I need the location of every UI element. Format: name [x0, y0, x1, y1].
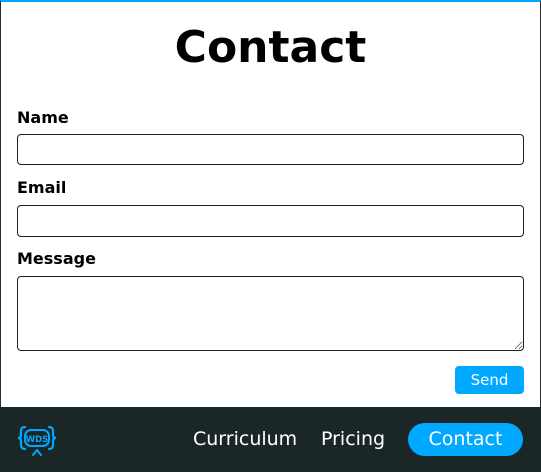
nav-link-pricing[interactable]: Pricing: [321, 427, 385, 451]
name-field[interactable]: [17, 134, 524, 165]
footer-nav-bar: WDS Curriculum Pricing Contact: [0, 407, 541, 472]
logo-text: WDS: [26, 435, 49, 445]
email-label: Email: [17, 178, 67, 197]
nav-link-curriculum[interactable]: Curriculum: [193, 427, 297, 451]
message-label: Message: [17, 249, 96, 268]
wds-logo-icon[interactable]: WDS: [16, 424, 58, 456]
send-button[interactable]: Send: [455, 366, 524, 394]
message-field[interactable]: [17, 276, 524, 351]
page-title: Contact: [174, 22, 367, 73]
contact-page: Contact Name Email Message Send: [0, 0, 541, 472]
nav-link-contact[interactable]: Contact: [408, 423, 523, 456]
name-label: Name: [17, 108, 69, 127]
email-field[interactable]: [17, 205, 524, 237]
